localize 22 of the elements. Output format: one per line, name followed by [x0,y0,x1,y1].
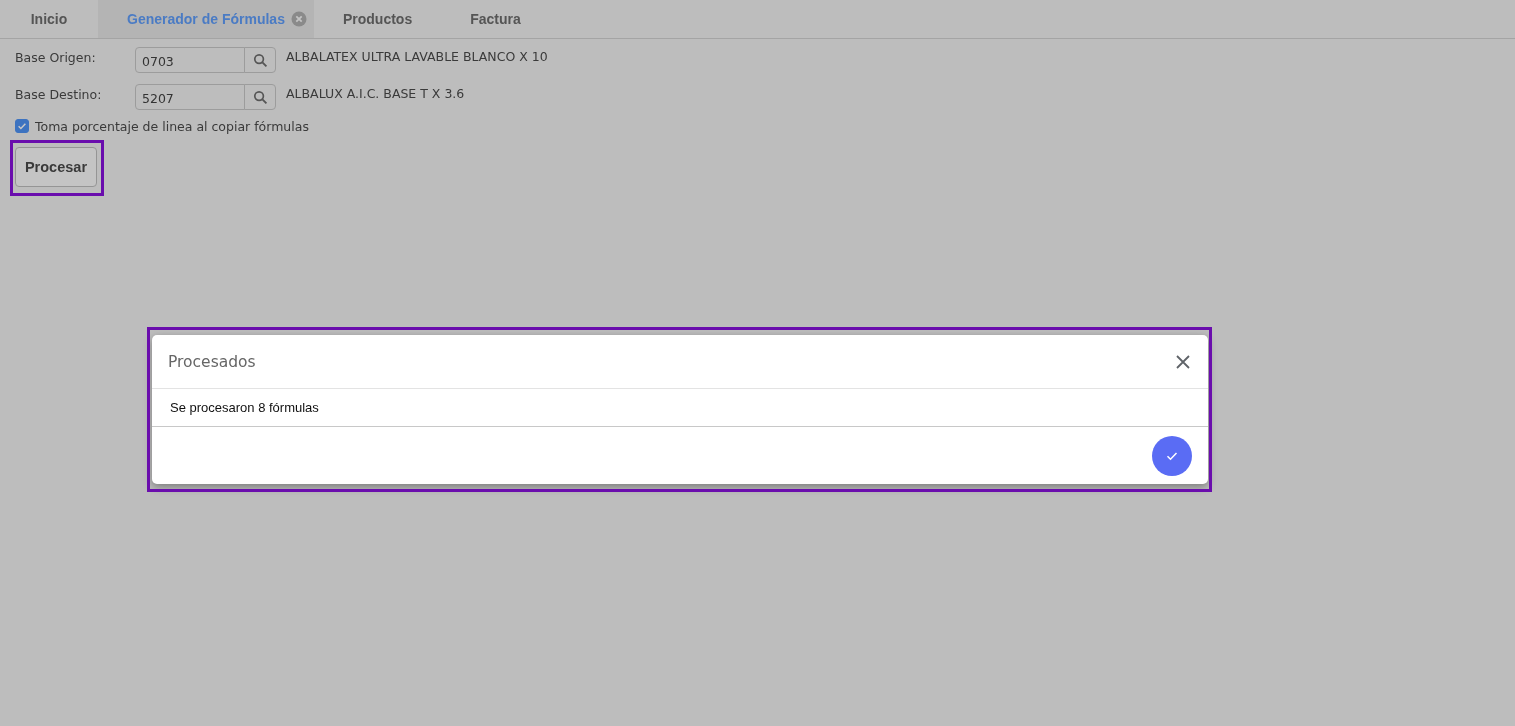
tab[interactable]: Inicio [0,0,98,38]
search-icon [252,52,268,68]
process-button[interactable]: Procesar [15,147,97,187]
tab[interactable]: Generador de Fórmulas [98,0,314,38]
field-label: Base Origen: [15,49,97,65]
checkbox-label: Toma porcentaje de linea al copiar fórmulas [35,118,309,134]
product-description: ALBALUX A.I.C. BASE T X 3.6 [286,85,465,101]
product-description: ALBALATEX ULTRA LAVABLE BLANCO X 10 [286,48,548,64]
field-label: Base Destino: [15,86,103,102]
tab[interactable]: Factura [441,0,550,38]
input-field[interactable]: 0703 [135,47,245,73]
search-button[interactable] [244,84,276,110]
search-button[interactable] [244,47,276,73]
close-icon [1175,353,1191,370]
close-button[interactable] [1175,353,1191,370]
input-field[interactable]: 5207 [135,84,245,110]
checkbox[interactable] [15,119,29,133]
dialog-title: Procesados [168,352,256,371]
tab[interactable]: Productos [313,0,442,38]
search-icon [252,89,268,105]
dialog-message: Se procesaron 8 fórmulas [170,400,319,415]
confirm-button[interactable] [1152,435,1192,476]
